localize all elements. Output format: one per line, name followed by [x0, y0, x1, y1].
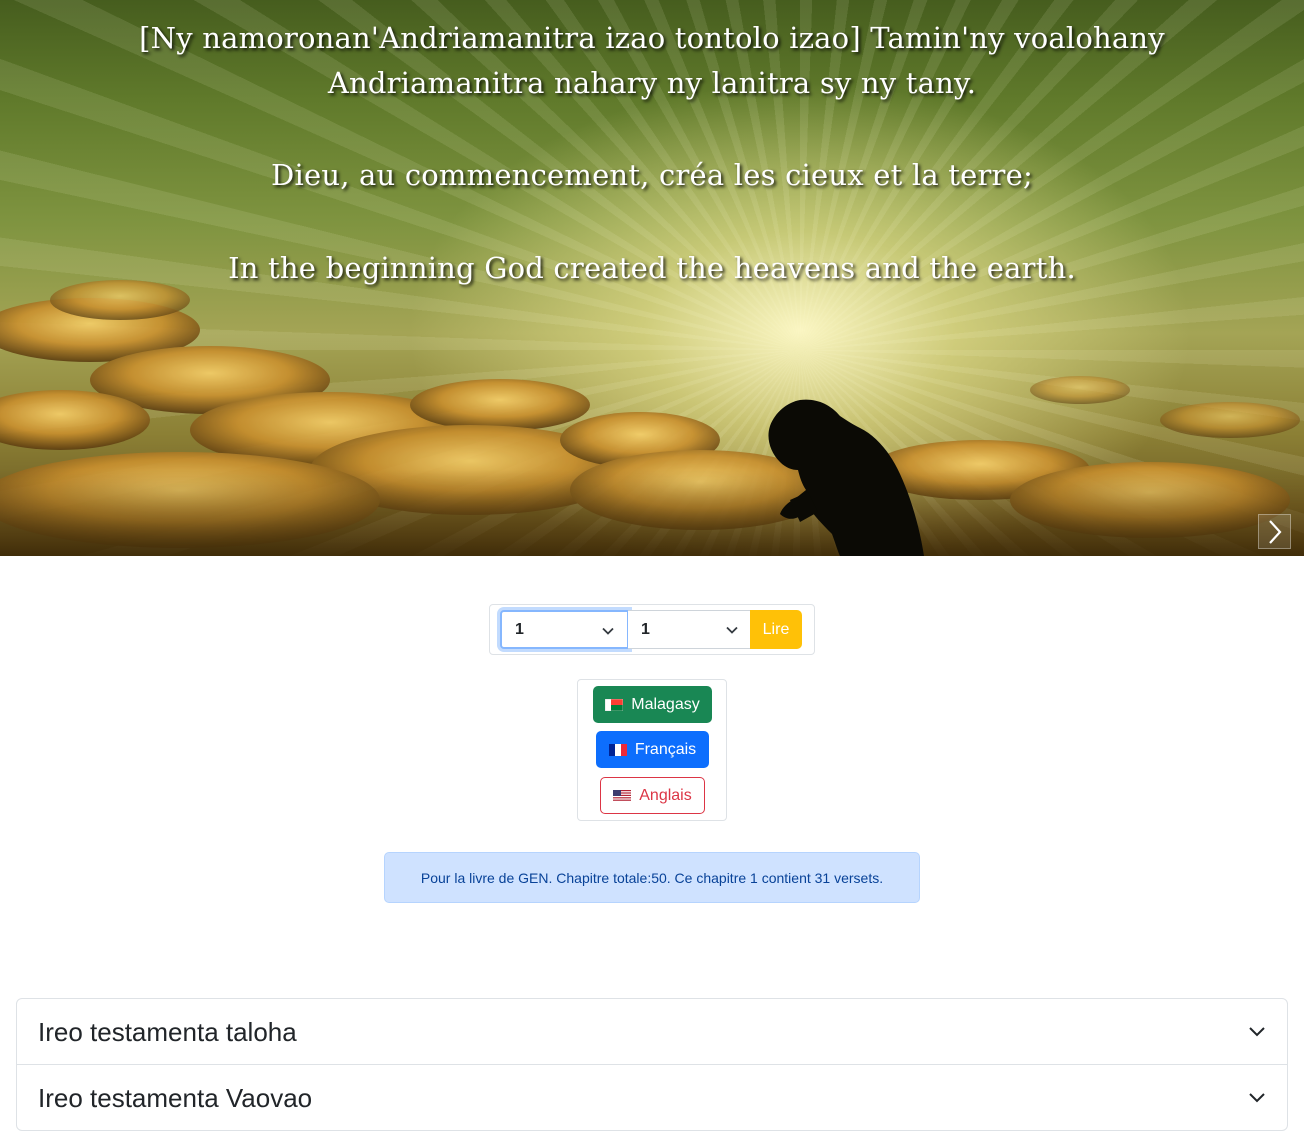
hero-carousel: [Ny namoronan'Andriamanitra izao tontolo… — [0, 0, 1304, 556]
accordion-new-testament[interactable]: Ireo testamenta Vaovao — [16, 1064, 1288, 1131]
chevron-down-icon — [726, 626, 738, 634]
france-flag-icon — [608, 743, 627, 756]
book-select[interactable]: 1 — [500, 610, 629, 649]
book-select-value: 1 — [515, 620, 524, 638]
accordion-old-testament-title: Ireo testamenta taloha — [38, 1017, 297, 1047]
usa-flag-icon — [613, 789, 632, 802]
language-french-label: Français — [634, 740, 697, 758]
chapter-selector-form: 1 1 Lire — [489, 604, 815, 655]
verse-malagasy: [Ny namoronan'Andriamanitra izao tontolo… — [100, 16, 1204, 106]
chapter-select-value: 1 — [641, 620, 650, 638]
verse-malagasy-line2: Andriamanitra nahary ny lanitra sy ny ta… — [327, 66, 977, 100]
chevron-down-icon — [1249, 1093, 1265, 1103]
language-english-label: Anglais — [639, 786, 692, 804]
language-malagasy-button[interactable]: Malagasy — [593, 686, 712, 723]
chapter-select[interactable]: 1 — [628, 610, 752, 649]
chevron-down-icon — [1249, 1027, 1265, 1037]
accordion-new-testament-title: Ireo testamenta Vaovao — [38, 1083, 313, 1113]
verse-french: Dieu, au commencement, créa les cieux et… — [271, 158, 1033, 192]
language-french-button[interactable]: Français — [596, 731, 709, 768]
chevron-right-icon — [1268, 519, 1281, 544]
chapter-info-alert: Pour la livre de GEN. Chapitre totale:50… — [384, 852, 920, 903]
madagascar-flag-icon — [605, 698, 624, 711]
language-english-button[interactable]: Anglais — [600, 777, 705, 814]
language-malagasy-label: Malagasy — [631, 695, 700, 713]
read-button[interactable]: Lire — [750, 610, 802, 649]
language-selector: Malagasy Français Anglais — [577, 679, 727, 821]
chapter-info-text: Pour la livre de GEN. Chapitre totale:50… — [420, 869, 884, 886]
verse-malagasy-line1: [Ny namoronan'Andriamanitra izao tontolo… — [139, 21, 1165, 55]
carousel-next-button[interactable] — [1258, 514, 1291, 549]
verse-english: In the beginning God created the heavens… — [228, 251, 1076, 285]
chevron-down-icon — [602, 627, 614, 635]
accordion-old-testament[interactable]: Ireo testamenta taloha — [16, 998, 1288, 1065]
